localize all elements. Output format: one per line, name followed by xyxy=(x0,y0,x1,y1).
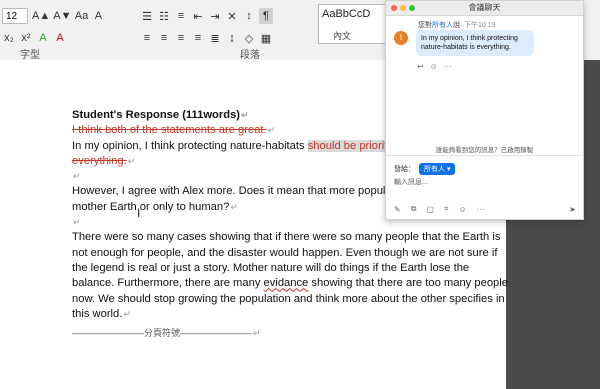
align-left-icon[interactable]: ≡ xyxy=(140,30,154,46)
paragraph-3: There were so many cases showing that if… xyxy=(72,231,508,320)
subscript-button[interactable]: x₂ xyxy=(2,30,16,46)
sort-icon[interactable]: ↕ xyxy=(242,8,256,24)
chat-title-bar: 會議聊天 xyxy=(386,1,583,16)
divider xyxy=(386,155,583,156)
recipient-dropdown[interactable]: 所有人 ▾ xyxy=(419,163,456,175)
asian-layout-icon[interactable]: ✕ xyxy=(225,8,239,24)
distributed-icon[interactable]: ≣ xyxy=(208,30,222,46)
more-options-icon[interactable]: ··· xyxy=(477,205,485,214)
paragraph-group-label: 段落 xyxy=(240,50,260,61)
spelling-error[interactable]: evidance xyxy=(264,277,309,289)
highlight-button[interactable]: A xyxy=(36,30,50,46)
message-input[interactable]: 輸入訊息... xyxy=(394,177,428,187)
font-color-button[interactable]: A xyxy=(53,30,67,46)
change-case-button[interactable]: Aa xyxy=(74,8,88,24)
screenshot-icon[interactable]: ⧉ xyxy=(411,204,417,214)
visibility-notice[interactable]: 誰能夠看到您的訊息？已啟用錄製 xyxy=(386,144,583,154)
style-normal[interactable]: AaBbCcD 內文 xyxy=(318,4,386,44)
meeting-chat-window: 會議聊天 I 您對所有人說 下午10:19 In my opinion, I th… xyxy=(385,0,584,220)
decrease-indent-icon[interactable]: ⇤ xyxy=(191,8,205,24)
avatar: I xyxy=(394,31,408,45)
show-marks-icon[interactable]: ¶ xyxy=(259,8,273,24)
grow-font-button[interactable]: A▲ xyxy=(32,8,50,24)
format-icon[interactable]: ✎ xyxy=(394,205,401,214)
reply-icon[interactable]: ↩ xyxy=(417,62,424,71)
more-icon[interactable]: ··· xyxy=(444,62,452,71)
zoom-icon[interactable] xyxy=(409,5,415,11)
shading-icon[interactable]: ◇ xyxy=(242,30,256,46)
file-icon[interactable]: ▢ xyxy=(426,205,434,214)
emoji-react-icon[interactable]: ☺ xyxy=(430,62,438,71)
multilevel-icon[interactable]: ≡ xyxy=(174,8,188,24)
clear-format-button[interactable]: A xyxy=(91,8,105,24)
align-center-icon[interactable]: ≡ xyxy=(157,30,171,46)
code-icon[interactable]: ⌗ xyxy=(444,204,449,214)
numbering-icon[interactable]: ☷ xyxy=(157,8,171,24)
emoji-icon[interactable]: ☺ xyxy=(459,205,467,214)
justify-icon[interactable]: ≡ xyxy=(191,30,205,46)
shrink-font-button[interactable]: A▼ xyxy=(53,8,71,24)
style-sample: AaBbCcD xyxy=(322,8,371,20)
bullets-icon[interactable]: ☰ xyxy=(140,8,154,24)
line-spacing-icon[interactable]: ↨ xyxy=(225,30,239,46)
superscript-button[interactable]: x² xyxy=(19,30,33,46)
send-icon[interactable]: ➤ xyxy=(569,205,576,214)
chat-title: 會議聊天 xyxy=(468,3,501,12)
increase-indent-icon[interactable]: ⇥ xyxy=(208,8,222,24)
close-icon[interactable] xyxy=(391,5,397,11)
font-size-field[interactable]: 12 xyxy=(2,8,28,24)
send-to: 發給： 所有人 ▾ xyxy=(394,163,456,175)
page-break: ————————分頁符號————————↵ xyxy=(72,328,261,339)
chat-message[interactable]: In my opinion, I think protecting nature… xyxy=(416,30,534,56)
sender-line: 您對所有人說 下午10:19 xyxy=(418,22,496,29)
message-actions: ↩ ☺ ··· xyxy=(417,62,458,71)
text-cursor-icon: I xyxy=(137,206,141,220)
borders-icon[interactable]: ▦ xyxy=(259,30,273,46)
font-group-label: 字型 xyxy=(20,50,40,61)
style-name: 內文 xyxy=(333,31,352,41)
chat-toolbar: ✎ ⧉ ▢ ⌗ ☺ ··· ➤ xyxy=(394,204,576,214)
minimize-icon[interactable] xyxy=(400,5,406,11)
align-right-icon[interactable]: ≡ xyxy=(174,30,188,46)
message-time: 下午10:19 xyxy=(464,22,496,29)
